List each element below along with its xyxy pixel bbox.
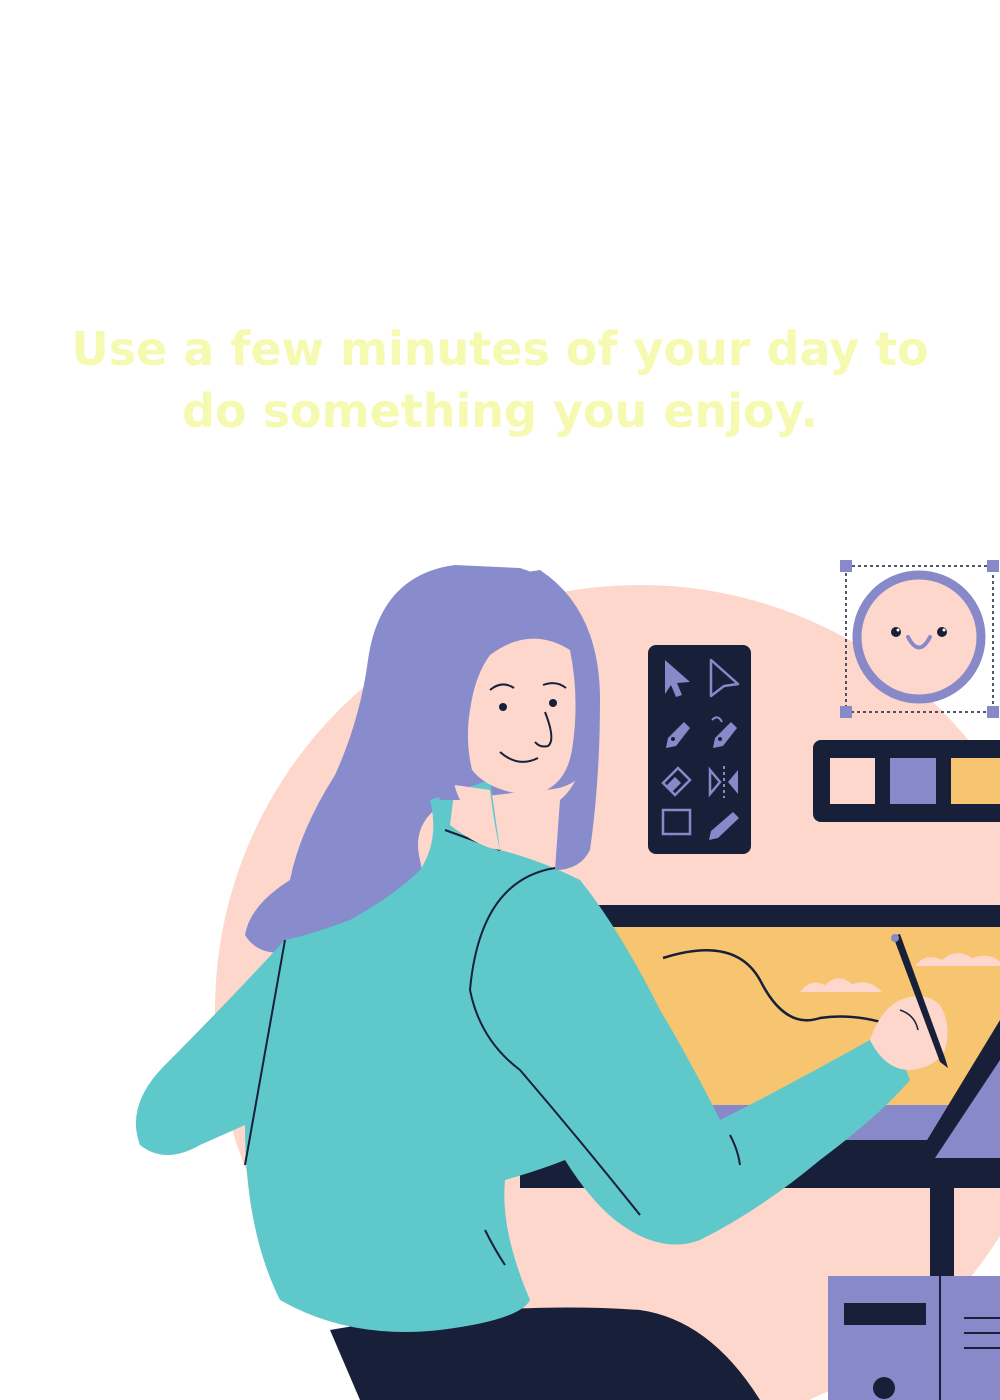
tools-panel xyxy=(648,645,751,854)
color-swatches xyxy=(813,740,1000,822)
computer-tower xyxy=(828,1276,1000,1400)
illustration-woman-drawing xyxy=(135,560,1000,1400)
smiley-face-icon xyxy=(852,570,986,704)
page: Use a few minutes of your day to do some… xyxy=(0,0,1000,1400)
